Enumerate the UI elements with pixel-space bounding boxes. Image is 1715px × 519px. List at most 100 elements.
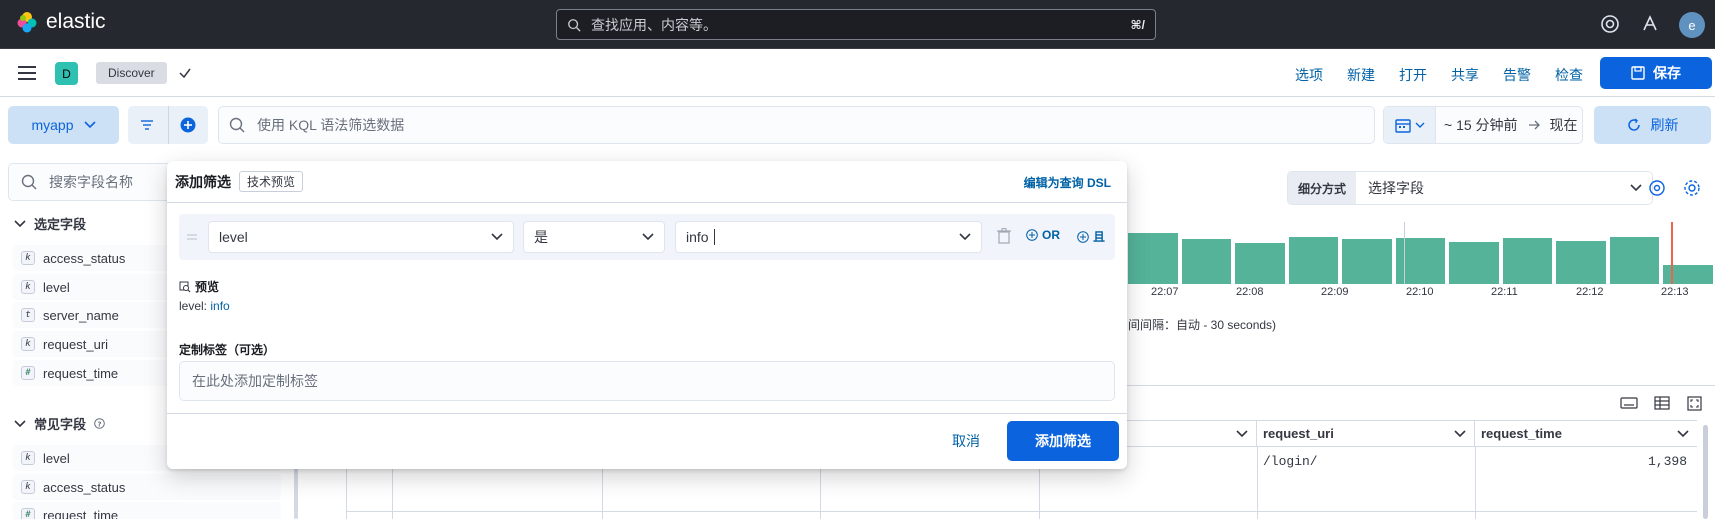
table-cell[interactable]: /login/	[1257, 447, 1475, 489]
filter-menu-icon[interactable]	[140, 119, 154, 131]
edit-as-dsl-link[interactable]: 编辑为查询 DSL	[1024, 174, 1111, 191]
add-filter-button[interactable]: 添加筛选	[1007, 421, 1119, 461]
histogram-bar[interactable]	[1609, 237, 1660, 284]
column-header-request-time[interactable]: request_time	[1475, 420, 1697, 447]
menu-options[interactable]: 选项	[1295, 65, 1323, 85]
field-name: level	[43, 279, 70, 295]
column-label: request_time	[1481, 426, 1562, 441]
value-input[interactable]: info	[675, 221, 982, 253]
time-start[interactable]: ~ 15 分钟前	[1444, 115, 1518, 135]
chevron-down-icon	[642, 233, 654, 241]
chevron-down-icon	[1236, 429, 1248, 437]
histogram-bar[interactable]	[1342, 239, 1392, 284]
divider	[167, 413, 1127, 414]
time-picker[interactable]: ~ 15 分钟前 现在	[1383, 106, 1583, 144]
breadcrumb[interactable]: Discover	[96, 62, 167, 84]
tech-preview-badge: 技术预览	[239, 171, 304, 192]
histogram-bar[interactable]	[1181, 239, 1232, 284]
user-avatar[interactable]: e	[1679, 12, 1705, 38]
refresh-icon	[1627, 118, 1640, 131]
histogram-bar[interactable]	[1556, 241, 1606, 284]
elastic-logo[interactable]: elastic	[15, 10, 106, 34]
text-type-icon: t	[21, 308, 35, 322]
field-select-value: level	[219, 229, 248, 245]
brand-name: elastic	[46, 10, 106, 33]
keyword-type-icon: k	[21, 451, 35, 465]
chevron-down-icon	[959, 233, 971, 241]
search-icon	[568, 18, 581, 32]
menu-open[interactable]: 打开	[1399, 65, 1427, 85]
search-icon	[21, 174, 37, 190]
field-item[interactable]: k access_status	[13, 474, 281, 500]
custom-label-title: 定制标签（可选）	[179, 343, 276, 357]
info-icon[interactable]: ?	[94, 418, 105, 429]
fullscreen-icon[interactable]	[1687, 396, 1702, 411]
x-tick-label: 22:08	[1236, 286, 1264, 298]
x-tick-label: 22:12	[1576, 286, 1604, 298]
menu-share[interactable]: 共享	[1451, 65, 1479, 85]
menu-alerts[interactable]: 告警	[1503, 65, 1531, 85]
x-tick-label: 22:07	[1151, 286, 1179, 298]
value-input-text: info	[686, 229, 715, 245]
popular-fields-header[interactable]: 常见字段 ?	[14, 414, 105, 433]
field-search-placeholder: 搜索字段名称	[49, 174, 133, 190]
now-marker	[1671, 222, 1673, 284]
histogram-bar[interactable]	[1235, 243, 1285, 284]
and-button[interactable]: 且	[1077, 228, 1105, 245]
display-options-icon[interactable]	[1654, 396, 1670, 410]
time-end[interactable]: 现在	[1550, 115, 1578, 135]
delete-icon[interactable]	[997, 228, 1011, 244]
breakdown-label: 细分方式	[1288, 172, 1357, 204]
field-item[interactable]: # request_time	[13, 502, 281, 519]
histogram-bar[interactable]	[1502, 238, 1553, 284]
keyword-type-icon: k	[21, 337, 35, 351]
field-select[interactable]: level	[208, 221, 514, 253]
preview-title: 预览	[195, 280, 220, 294]
table-cell[interactable]: 1,398	[1475, 447, 1693, 489]
selected-fields-title: 选定字段	[34, 217, 87, 232]
histogram-bar[interactable]	[1288, 237, 1339, 284]
refresh-button[interactable]: 刷新	[1594, 106, 1711, 144]
breakdown-placeholder: 选择字段	[1368, 180, 1425, 196]
histogram-chart[interactable]	[1128, 222, 1713, 284]
cursor-line	[1404, 222, 1405, 284]
space-avatar[interactable]: D	[55, 62, 78, 85]
popover-title-text: 添加筛选	[175, 173, 231, 190]
data-view-picker[interactable]: myapp	[8, 106, 119, 144]
keyboard-icon[interactable]	[1620, 397, 1638, 409]
operator-select[interactable]: 是	[523, 221, 665, 253]
cancel-button[interactable]: 取消	[952, 431, 980, 451]
interval-text[interactable]: 间间隔：自动 - 30 seconds)	[1128, 316, 1276, 333]
column-header-request-uri[interactable]: request_uri	[1257, 420, 1475, 447]
custom-label-input[interactable]: 在此处添加定制标签	[179, 361, 1115, 401]
custom-label-placeholder: 在此处添加定制标签	[192, 373, 318, 389]
breakdown-selector[interactable]: 细分方式 选择字段	[1287, 171, 1653, 205]
field-name: request_uri	[43, 336, 109, 352]
drag-handle-icon[interactable]	[187, 234, 197, 240]
scrollbar[interactable]	[1703, 425, 1708, 519]
selected-fields-header[interactable]: 选定字段	[14, 214, 86, 233]
column-header[interactable]	[1125, 420, 1257, 447]
chevron-down-icon	[1630, 184, 1642, 192]
operator-select-value: 是	[534, 229, 548, 245]
reset-chart-icon[interactable]	[1648, 179, 1666, 197]
chevron-down-icon	[491, 233, 503, 241]
menu-inspect[interactable]: 检查	[1555, 65, 1583, 85]
menu-icon[interactable]	[18, 65, 36, 81]
add-filter-icon[interactable]	[180, 117, 196, 133]
or-label: OR	[1042, 228, 1060, 242]
menu-new[interactable]: 新建	[1347, 65, 1375, 85]
chart-settings-icon[interactable]	[1683, 179, 1701, 197]
global-search[interactable]: 查找应用、内容等。 ⌘/	[556, 9, 1156, 40]
or-button[interactable]: OR	[1026, 228, 1060, 242]
save-button[interactable]: 保存	[1600, 57, 1712, 89]
quick-menu-button[interactable]	[1384, 107, 1436, 143]
plus-circle-icon	[1077, 230, 1089, 243]
keyword-type-icon: k	[21, 251, 35, 265]
histogram-bar[interactable]	[1128, 233, 1178, 284]
news-feed-icon[interactable]	[1638, 12, 1662, 36]
divider	[167, 202, 1127, 203]
histogram-bar[interactable]	[1449, 242, 1499, 284]
help-icon[interactable]	[1598, 12, 1622, 36]
kql-query-input[interactable]: 使用 KQL 语法筛选数据	[218, 106, 1375, 144]
